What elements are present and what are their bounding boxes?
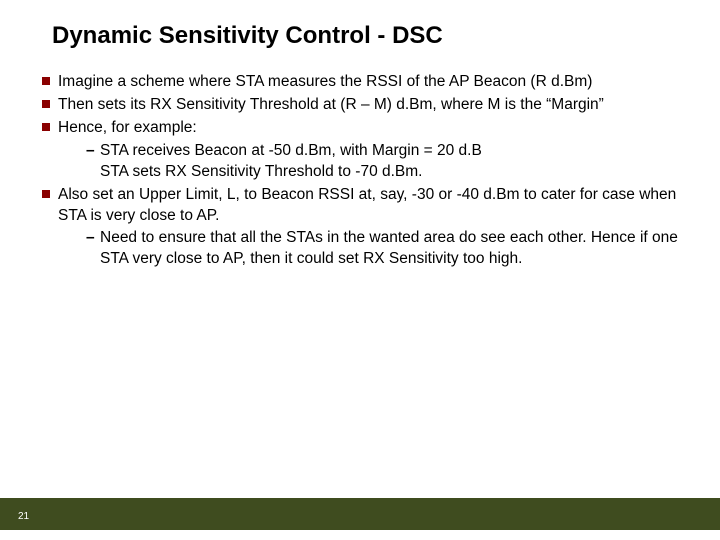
bullet-list: Imagine a scheme where STA measures the …: [42, 72, 680, 270]
bullet-text: Imagine a scheme where STA measures the …: [58, 73, 592, 90]
slide-number: 21: [18, 511, 29, 522]
bullet-text: Then sets its RX Sensitivity Threshold a…: [58, 96, 604, 113]
sub-list: Need to ensure that all the STAs in the …: [58, 228, 680, 270]
sub-list: STA receives Beacon at -50 d.Bm, with Ma…: [58, 141, 680, 183]
slide: Dynamic Sensitivity Control - DSC Imagin…: [0, 0, 720, 540]
bullet-text: Also set an Upper Limit, L, to Beacon RS…: [58, 186, 676, 224]
slide-title: Dynamic Sensitivity Control - DSC: [52, 22, 443, 50]
slide-body: Imagine a scheme where STA measures the …: [42, 72, 680, 272]
sub-text: STA receives Beacon at -50 d.Bm, with Ma…: [100, 142, 482, 159]
bullet-item: Also set an Upper Limit, L, to Beacon RS…: [42, 185, 680, 271]
sub-text: Need to ensure that all the STAs in the …: [100, 229, 678, 267]
bullet-item: Then sets its RX Sensitivity Threshold a…: [42, 95, 680, 116]
bullet-item: Imagine a scheme where STA measures the …: [42, 72, 680, 93]
footer-bar: [0, 498, 720, 530]
sub-item: STA receives Beacon at -50 d.Bm, with Ma…: [86, 141, 680, 183]
sub-item: Need to ensure that all the STAs in the …: [86, 228, 680, 270]
bullet-text: Hence, for example:: [58, 119, 197, 136]
sub-text-extra: STA sets RX Sensitivity Threshold to -70…: [100, 162, 680, 183]
bullet-item: Hence, for example: STA receives Beacon …: [42, 118, 680, 183]
